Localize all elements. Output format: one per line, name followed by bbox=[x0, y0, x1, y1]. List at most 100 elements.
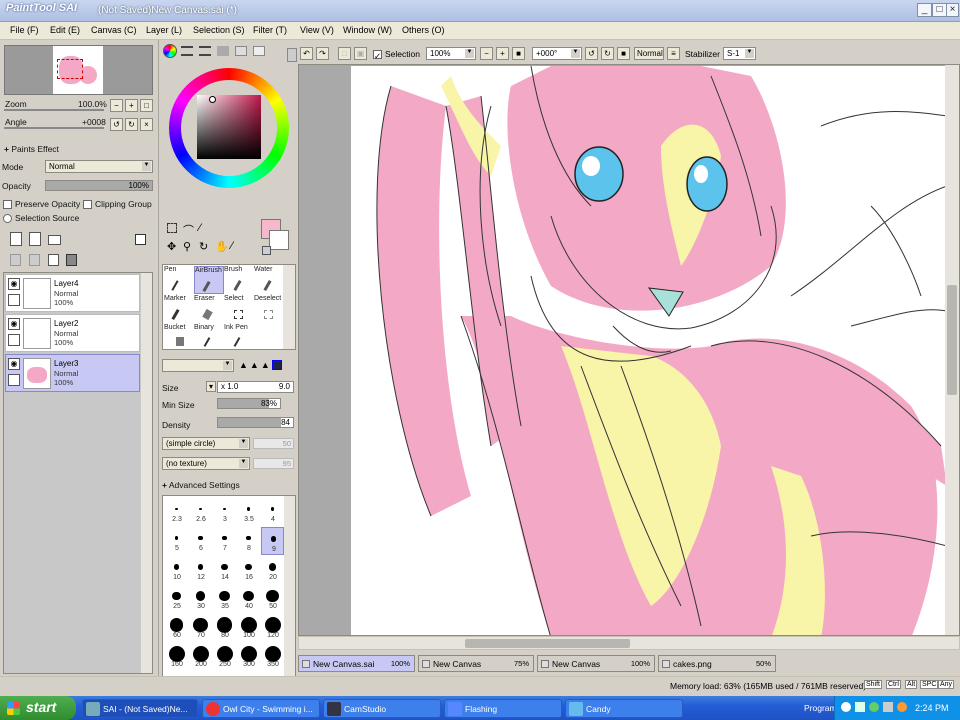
brush-size-preset-4[interactable]: 4 bbox=[261, 498, 284, 526]
canvas-horizontal-scrollbar[interactable] bbox=[298, 636, 960, 650]
back-icon[interactable] bbox=[841, 702, 851, 712]
brush-size-preset-5[interactable]: 5 bbox=[165, 527, 188, 555]
view-rotate-reset-button[interactable]: ■ bbox=[617, 47, 630, 60]
merge-down-icon[interactable] bbox=[29, 254, 40, 266]
drawing-canvas[interactable] bbox=[351, 65, 948, 635]
brush-size-preset-50[interactable]: 50 bbox=[261, 585, 284, 613]
menu-filter[interactable]: Filter (T) bbox=[253, 25, 287, 35]
presets-scrollbar[interactable] bbox=[284, 496, 295, 690]
view-zoom-out-button[interactable]: − bbox=[480, 47, 493, 60]
density-slider[interactable]: 84 bbox=[217, 417, 294, 428]
brush-size-preset-250[interactable]: 250 bbox=[213, 643, 236, 671]
brush-size-preset-14[interactable]: 14 bbox=[213, 556, 236, 584]
selection-checkbox[interactable]: ✓ Selection bbox=[373, 49, 420, 61]
new-folder-icon[interactable] bbox=[48, 235, 61, 245]
tool-eraser[interactable]: Eraser bbox=[194, 295, 224, 323]
tool-select[interactable]: Select bbox=[224, 295, 254, 323]
rotate-right-button[interactable]: ↻ bbox=[125, 118, 138, 131]
lasso-icon[interactable]: ⌒ bbox=[183, 222, 194, 238]
brush-size-preset-7[interactable]: 7 bbox=[213, 527, 236, 555]
network-icon[interactable] bbox=[869, 702, 879, 712]
task-sai[interactable]: SAI - (Not Saved)Ne... bbox=[82, 699, 198, 718]
close-button[interactable]: × bbox=[946, 3, 959, 17]
brush-size-preset-30[interactable]: 30 bbox=[189, 585, 212, 613]
start-button[interactable]: start bbox=[0, 696, 76, 720]
new-linework-layer-icon[interactable] bbox=[29, 232, 41, 246]
deselect-button[interactable]: □ bbox=[338, 47, 351, 60]
menu-window[interactable]: Window (W) bbox=[343, 25, 392, 35]
tool-bucket[interactable]: Bucket bbox=[164, 324, 194, 352]
brush-size-preset-160[interactable]: 160 bbox=[165, 643, 188, 671]
task-flashing[interactable]: Flashing bbox=[444, 699, 562, 718]
brush-size-preset-8[interactable]: 8 bbox=[237, 527, 260, 555]
flip-view-button[interactable]: ≡ bbox=[667, 47, 680, 60]
canvas-vertical-scrollbar[interactable] bbox=[945, 65, 959, 635]
canvas-tab-4[interactable]: cakes.png 50% bbox=[658, 655, 776, 672]
vertical-scroll-thumb[interactable] bbox=[947, 285, 957, 395]
magic-wand-icon[interactable]: ⁄ bbox=[199, 222, 201, 234]
brush-size-preset-9[interactable]: 9 bbox=[261, 527, 284, 555]
brush-size-preset-70[interactable]: 70 bbox=[189, 614, 212, 642]
transparent-color-icon[interactable] bbox=[262, 246, 271, 255]
tool-brush[interactable]: Brush bbox=[224, 266, 254, 294]
view-rotate-right-button[interactable]: ↻ bbox=[601, 47, 614, 60]
zoom-out-button[interactable]: − bbox=[110, 99, 123, 112]
maximize-button[interactable]: □ bbox=[932, 3, 947, 17]
volume-icon[interactable] bbox=[883, 702, 893, 712]
stabilizer-dropdown[interactable]: S-1 ▼ bbox=[723, 47, 756, 60]
canvas-tab-2[interactable]: New Canvas 75% bbox=[418, 655, 534, 672]
eye-icon[interactable]: ◉ bbox=[8, 318, 20, 330]
view-angle-dropdown[interactable]: +000° ▼ bbox=[532, 47, 582, 60]
layer-row-layer4[interactable]: ◉ Layer4 Normal 100% bbox=[5, 274, 140, 312]
zoom-reset-button[interactable]: □ bbox=[140, 99, 153, 112]
color-wheel[interactable] bbox=[169, 68, 289, 188]
brush-blend-dropdown[interactable]: ▼ bbox=[162, 359, 234, 372]
brush-size-preset-16[interactable]: 16 bbox=[237, 556, 260, 584]
intermediate-color-icon[interactable] bbox=[217, 46, 229, 56]
brush-size-preset-40[interactable]: 40 bbox=[237, 585, 260, 613]
advanced-settings-toggle[interactable]: + Advanced Settings bbox=[162, 480, 240, 490]
brush-size-preset-350[interactable]: 350 bbox=[261, 643, 284, 671]
brush-size-preset-12[interactable]: 12 bbox=[189, 556, 212, 584]
brush-size-preset-2.3[interactable]: 2.3 bbox=[165, 498, 188, 526]
tool-grid-scrollbar[interactable] bbox=[283, 265, 295, 349]
eye-icon[interactable]: ◉ bbox=[8, 358, 20, 370]
brush-size-preset-6[interactable]: 6 bbox=[189, 527, 212, 555]
user-swatches-icon[interactable] bbox=[235, 46, 247, 56]
brush-size-preset-35[interactable]: 35 bbox=[213, 585, 236, 613]
brush-size-preset-100[interactable]: 100 bbox=[237, 614, 260, 642]
mode-dropdown[interactable]: Normal ▼ bbox=[45, 160, 153, 173]
texture-strength-slider[interactable]: 95 bbox=[253, 458, 294, 469]
menu-file[interactable]: File (F) bbox=[10, 25, 39, 35]
rect-select-icon[interactable] bbox=[167, 223, 177, 233]
view-rotate-left-button[interactable]: ↺ bbox=[585, 47, 598, 60]
lock-toggle[interactable] bbox=[8, 334, 20, 346]
transfer-down-icon[interactable] bbox=[10, 254, 21, 266]
task-candy[interactable]: Candy bbox=[565, 699, 683, 718]
pen-lock-icon[interactable] bbox=[8, 374, 20, 386]
angle-slider[interactable] bbox=[4, 127, 104, 129]
secondary-color-swatch[interactable] bbox=[269, 230, 289, 250]
task-owl-city[interactable]: Owl City - Swimming i... bbox=[202, 699, 320, 718]
brush-shape-selector[interactable]: ▲ ▲ ▲ bbox=[239, 360, 294, 372]
menu-edit[interactable]: Edit (E) bbox=[50, 25, 80, 35]
view-zoom-dropdown[interactable]: 100% ▼ bbox=[426, 47, 476, 60]
task-camstudio[interactable]: CamStudio bbox=[323, 699, 441, 718]
clipping-group-checkbox[interactable]: Clipping Group bbox=[83, 199, 152, 210]
brush-size-preset-2.6[interactable]: 2.6 bbox=[189, 498, 212, 526]
brush-size-preset-3[interactable]: 3 bbox=[213, 498, 236, 526]
horizontal-scroll-thumb[interactable] bbox=[465, 639, 630, 648]
min-size-slider[interactable]: 83% bbox=[217, 398, 281, 409]
rotate-left-button[interactable]: ↺ bbox=[110, 118, 123, 131]
brush-size-preset-20[interactable]: 20 bbox=[261, 556, 284, 584]
menu-others[interactable]: Others (O) bbox=[402, 25, 445, 35]
view-zoom-in-button[interactable]: + bbox=[496, 47, 509, 60]
shape-strength-slider[interactable]: 50 bbox=[253, 438, 294, 449]
redo-button[interactable]: ↷ bbox=[316, 47, 329, 60]
new-layer-icon[interactable] bbox=[10, 232, 22, 246]
tray-icon[interactable] bbox=[855, 702, 865, 712]
canvas-tab-3[interactable]: New Canvas 100% bbox=[537, 655, 655, 672]
minimize-button[interactable]: _ bbox=[917, 3, 932, 17]
tool-deselect[interactable]: Deselect bbox=[254, 295, 284, 323]
view-blend-mode[interactable]: Normal bbox=[634, 47, 664, 60]
